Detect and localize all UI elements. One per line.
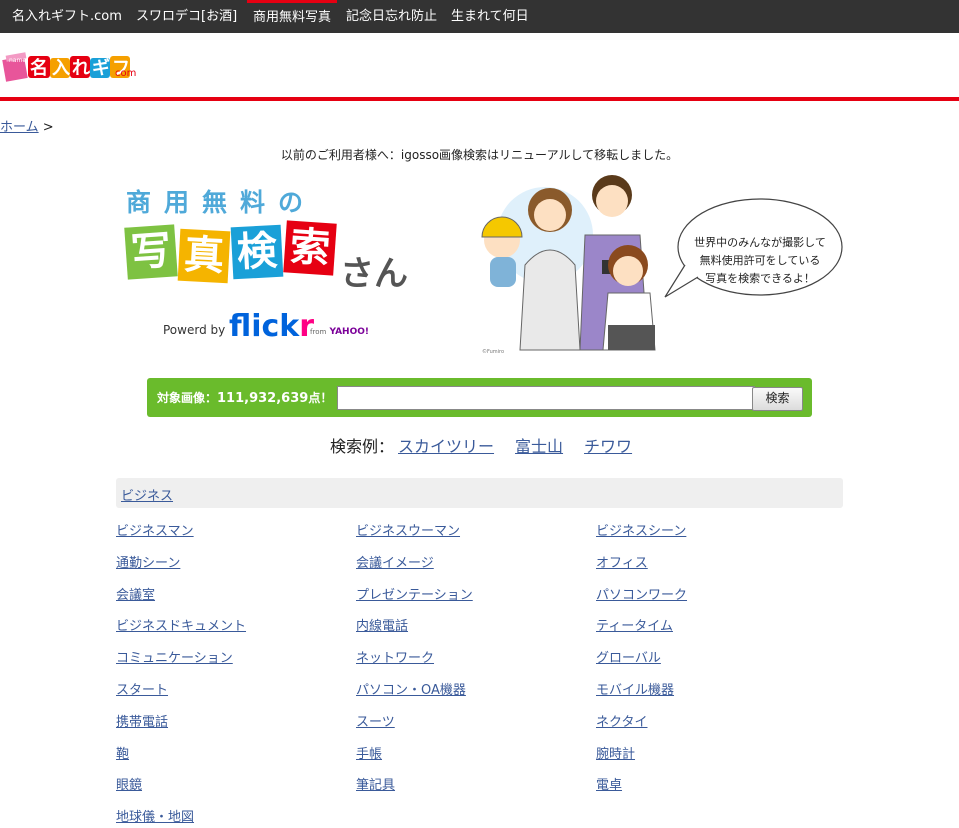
breadcrumb-home[interactable]: ホーム (0, 120, 39, 135)
site-logo[interactable]: name 名 入 れ ギ フ com (2, 46, 158, 86)
search-input[interactable] (337, 386, 755, 410)
category-header: ビジネス (116, 478, 843, 508)
category-title-business[interactable]: ビジネス (121, 485, 173, 504)
powered-by-label: Powerd by (163, 323, 226, 337)
nav-item-free-photo[interactable]: 商用無料写真 (247, 0, 338, 33)
nav-item-swaro-deco[interactable]: スワロデコ[お酒] (136, 0, 237, 33)
category-link[interactable]: 携帯電話 (116, 711, 168, 730)
category-link[interactable]: グローバル (596, 647, 661, 666)
category-link[interactable]: 通勤シーン (116, 552, 180, 571)
category-link[interactable]: コミュニケーション (116, 647, 233, 666)
top-nav: 名入れギフト.com スワロデコ[お酒] 商用無料写真 記念日忘れ防止 生まれて… (0, 0, 959, 33)
category-link[interactable]: 内線電話 (356, 615, 408, 634)
nav-item-name-gift[interactable]: 名入れギフト.com (12, 0, 122, 33)
breadcrumb: ホーム > (0, 116, 54, 135)
category-link[interactable]: 筆記具 (356, 774, 395, 793)
svg-text:入: 入 (52, 58, 70, 79)
category-link[interactable]: ネットワーク (356, 647, 434, 666)
category-link[interactable]: オフィス (596, 552, 648, 571)
example-link-skytree[interactable]: スカイツリー (398, 437, 494, 456)
category-link[interactable]: 眼鏡 (116, 774, 142, 793)
category-link[interactable]: ネクタイ (596, 711, 647, 730)
category-link[interactable]: モバイル機器 (596, 679, 674, 698)
svg-text:©Fumiro: ©Fumiro (482, 348, 504, 355)
category-link[interactable]: 腕時計 (596, 743, 635, 762)
category-link[interactable]: 電卓 (596, 774, 622, 793)
logo-char: 名 (30, 57, 48, 79)
svg-text:ギ: ギ (92, 58, 110, 79)
hero-tile-3: 検 (230, 224, 284, 280)
category-link[interactable]: 地球儀・地図 (116, 806, 194, 825)
image-count: 対象画像：111,932,639点！ (157, 391, 333, 406)
header-divider (0, 97, 959, 101)
category-link[interactable]: 会議イメージ (356, 552, 434, 571)
svg-text:com: com (115, 68, 136, 79)
svg-text:name: name (9, 57, 26, 64)
example-link-fujisan[interactable]: 富士山 (515, 437, 563, 456)
category-link[interactable]: 会議室 (116, 584, 155, 603)
category-link[interactable]: ビジネスドキュメント (116, 615, 246, 634)
nav-item-days-born[interactable]: 生まれて何日 (451, 0, 529, 33)
flickr-logo: flickr (229, 309, 315, 344)
breadcrumb-separator: > (42, 120, 54, 135)
category-link[interactable]: ビジネスマン (116, 520, 194, 539)
hero-title: 商用無料の (126, 188, 317, 217)
search-examples: 検索例： スカイツリー 富士山 チワワ (330, 433, 649, 457)
example-link-chihuahua[interactable]: チワワ (584, 437, 632, 456)
category-link[interactable]: 手帳 (356, 743, 382, 762)
svg-text:れ: れ (72, 58, 90, 79)
category-link[interactable]: パソコンワーク (596, 584, 687, 603)
examples-label: 検索例： (330, 437, 395, 456)
hero-tile-1: 写 (124, 224, 178, 280)
category-link[interactable]: パソコン・OA機器 (356, 679, 466, 698)
migration-notice: 以前のご利用者様へ：igosso画像検索はリニューアルして移転しました。 (280, 148, 679, 162)
category-link[interactable]: プレゼンテーション (356, 584, 473, 603)
hero-tile-2: 真 (177, 228, 231, 284)
yahoo-logo: from YAHOO! (310, 327, 369, 337)
search-button[interactable]: 検索 (752, 387, 803, 411)
search-bar: 対象画像：111,932,639点！ 検索 (147, 378, 812, 417)
hero-tile-4: 索 (283, 220, 337, 276)
category-link[interactable]: ティータイム (596, 615, 673, 634)
category-link[interactable]: ビジネスシーン (596, 520, 686, 539)
category-link[interactable]: スーツ (356, 711, 395, 730)
hero-san: さん (340, 254, 408, 294)
category-link[interactable]: ビジネスウーマン (356, 520, 460, 539)
speech-bubble-text: 世界中のみんなが撮影して 無料使用許可をしている 写真を検索できるよ！ (694, 236, 826, 285)
category-link[interactable]: スタート (116, 679, 168, 698)
category-link[interactable]: 鞄 (116, 743, 129, 762)
nav-item-anniversary[interactable]: 記念日忘れ防止 (346, 0, 437, 33)
